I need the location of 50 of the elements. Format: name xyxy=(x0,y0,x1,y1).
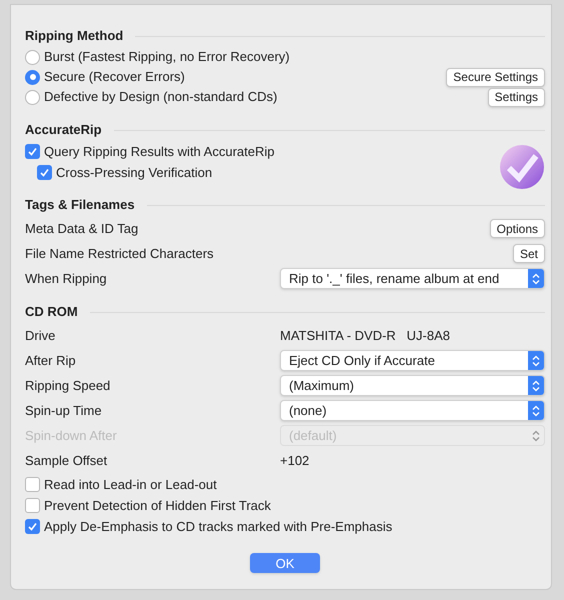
popup-value: (none) xyxy=(288,402,328,420)
radio-label: Defective by Design (non-standard CDs) xyxy=(44,88,278,106)
value-text: +102 xyxy=(280,452,310,470)
popup-value: Eject CD Only if Accurate xyxy=(288,352,436,370)
radio-label: Burst (Fastest Ripping, no Error Recovery) xyxy=(44,48,290,66)
popup-value: (Maximum) xyxy=(288,376,355,395)
popup-value: Rip to '._' files, rename album at end xyxy=(288,270,500,288)
stepper-arrows-icon xyxy=(528,401,544,420)
field-label: File Name Restricted Characters xyxy=(25,244,214,263)
checkbox-label: Read into Lead-in or Lead-out xyxy=(44,476,217,494)
badge-logo-icon xyxy=(499,144,545,190)
push-button[interactable]: Secure Settings xyxy=(446,68,545,86)
checkbox[interactable] xyxy=(25,519,40,534)
section-heading: AccurateRip xyxy=(25,121,102,140)
push-button[interactable]: Set xyxy=(512,244,545,263)
checkbox-label: Apply De-Emphasis to CD tracks marked with Pre-Emphasis xyxy=(44,518,392,536)
checkbox-label: Query Ripping Results with AccurateRip xyxy=(44,142,274,161)
section-heading: Tags & Filenames xyxy=(25,196,135,214)
popup-menu[interactable]: (none) xyxy=(280,400,545,421)
field-label: Drive xyxy=(25,326,56,345)
field-label: Meta Data & ID Tag xyxy=(25,220,138,238)
checkbox[interactable] xyxy=(25,498,40,513)
popup-menu[interactable]: Rip to '._' files, rename album at end xyxy=(280,268,545,289)
value-text: MATSHITA - DVD-R UJ-8A8 xyxy=(280,326,451,345)
section-heading: Ripping Method xyxy=(25,27,124,46)
radio-button[interactable] xyxy=(25,50,40,64)
popup-menu[interactable]: (Maximum) xyxy=(280,375,545,396)
stepper-arrows-icon xyxy=(528,376,544,395)
field-label: When Ripping xyxy=(25,270,107,288)
popup-menu[interactable]: Eject CD Only if Accurate xyxy=(280,350,545,371)
field-label: After Rip xyxy=(25,352,76,370)
radio-button[interactable] xyxy=(25,70,40,84)
radio-button[interactable] xyxy=(25,90,40,104)
field-label: Ripping Speed xyxy=(25,376,110,395)
checkbox-label: Prevent Detection of Hidden First Track xyxy=(44,496,271,515)
checkbox[interactable] xyxy=(37,165,52,180)
stepper-arrows-icon xyxy=(528,351,544,370)
checkmark-icon xyxy=(39,167,50,178)
stepper-arrows-icon xyxy=(528,269,544,288)
checkmark-icon xyxy=(27,146,38,157)
push-button[interactable]: Options xyxy=(490,219,545,238)
push-button[interactable]: Settings xyxy=(488,88,545,106)
field-label: Spin-up Time xyxy=(25,402,102,420)
checkmark-icon xyxy=(27,521,38,532)
field-label: Sample Offset xyxy=(25,452,108,470)
radio-label: Secure (Recover Errors) xyxy=(44,68,185,86)
checkbox[interactable] xyxy=(25,144,40,159)
section-heading: CD ROM xyxy=(25,303,78,322)
checkbox-label: Cross-Pressing Verification xyxy=(56,164,212,182)
checkbox[interactable] xyxy=(25,477,40,492)
